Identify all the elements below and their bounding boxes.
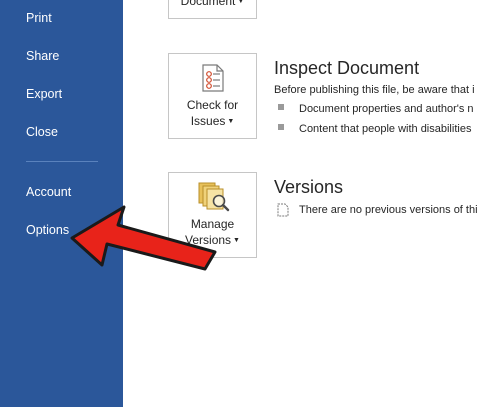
sidebar-item-print[interactable]: Print (26, 10, 52, 26)
check-for-issues-button[interactable]: Check for Issues ▼ (168, 53, 257, 139)
chevron-down-icon: ▼ (237, 0, 245, 5)
sidebar-item-export[interactable]: Export (26, 86, 62, 102)
document-button[interactable]: Document ▼ (168, 0, 257, 19)
sidebar-item-options[interactable]: Options (26, 222, 69, 238)
document-button-label: Document (180, 0, 236, 8)
manage-versions-label-line2: Versions (185, 233, 232, 247)
sidebar-item-close[interactable]: Close (26, 124, 58, 140)
backstage-sidebar: Print Share Export Close Account Options (0, 0, 123, 407)
versions-description: There are no previous versions of thi (299, 204, 478, 216)
chevron-down-icon: ▼ (233, 237, 240, 244)
versions-icon (198, 182, 230, 212)
sidebar-item-share[interactable]: Share (26, 48, 59, 64)
versions-title: Versions (274, 177, 344, 197)
inspect-document-title: Inspect Document (274, 58, 420, 78)
check-for-issues-label-line1: Check for (186, 98, 239, 112)
inspect-bullet-item: Content that people with disabilities (299, 123, 472, 135)
bullet-icon (278, 124, 284, 130)
checklist-icon (202, 64, 224, 92)
bullet-icon (278, 104, 284, 110)
manage-versions-button[interactable]: Manage Versions ▼ (168, 172, 257, 258)
sidebar-divider (26, 161, 98, 162)
inspect-document-description: Before publishing this file, be aware th… (274, 84, 475, 96)
word-backstage-view: Print Share Export Close Account Options… (0, 0, 491, 407)
document-icon (277, 203, 289, 217)
sidebar-item-account[interactable]: Account (26, 184, 71, 200)
manage-versions-label-line1: Manage (190, 217, 235, 231)
chevron-down-icon: ▼ (227, 118, 235, 125)
backstage-main: Document ▼ Check for Issues ▼ Inspect Docu… (123, 0, 491, 407)
check-for-issues-label-line2: Issues (190, 114, 226, 128)
inspect-bullet-item: Document properties and author's n (299, 103, 474, 115)
